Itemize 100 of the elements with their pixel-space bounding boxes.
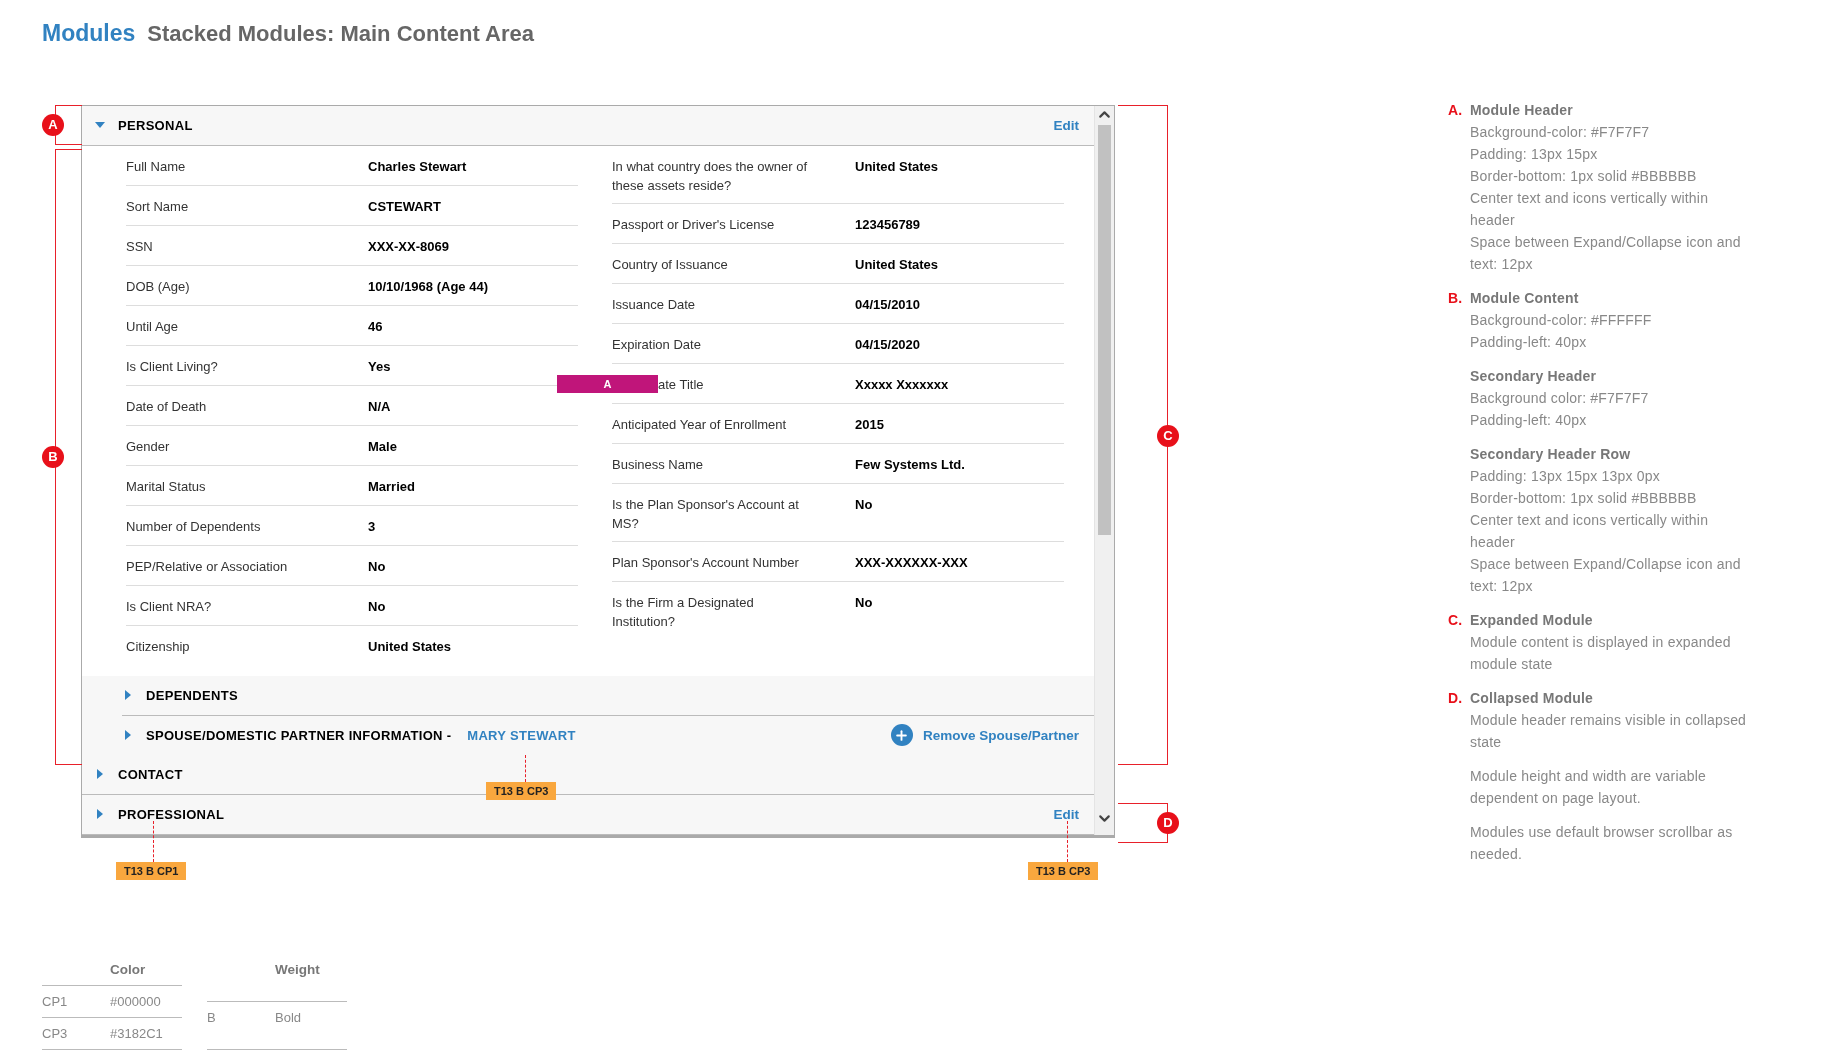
field-label: Gender: [126, 437, 171, 456]
partner-name-link[interactable]: MARY STEWART: [467, 727, 576, 743]
field-label: Citizenship: [126, 637, 191, 656]
field-label: Plan Sponsor's Account Number: [612, 553, 800, 572]
field-value: 10/10/1968 (Age 44): [368, 277, 489, 296]
note-text: Border-bottom: 1px solid #BBBBBB: [1470, 167, 1698, 186]
callout-badge: A: [42, 113, 64, 136]
note-text: Background-color: #FFFFFF: [1470, 311, 1653, 330]
note-title: Module Header: [1470, 101, 1574, 120]
field-label: Is the Plan Sponsor's Account at MS?: [612, 495, 800, 533]
page-title: Stacked Modules: Main Content Area: [147, 21, 534, 47]
field-label: Sort Name: [126, 197, 190, 216]
field-value: No: [368, 557, 387, 576]
note-title: Secondary Header: [1470, 367, 1598, 386]
note-text: Background-color: #F7F7F7: [1470, 123, 1651, 142]
field-value: 123456789: [855, 215, 922, 234]
field-label: Marital Status: [126, 477, 207, 496]
field-value: No: [368, 597, 387, 616]
field-label: DOB (Age): [126, 277, 191, 296]
note-text: Padding: 13px 15px 13px 0px: [1470, 467, 1661, 486]
field-value: Yes: [368, 357, 392, 376]
field-value: Xxxxx Xxxxxxx: [855, 375, 950, 394]
note-text: Padding-left: 40px: [1470, 411, 1588, 430]
callout-badge: D: [1157, 811, 1179, 834]
field-value: 3: [368, 517, 377, 536]
note-text: Border-bottom: 1px solid #BBBBBB: [1470, 489, 1698, 508]
module-header[interactable]: PERSONAL Edit: [82, 105, 1094, 146]
field-label: Date of Death: [126, 397, 208, 416]
field-value: Charles Stewart: [368, 157, 468, 176]
note-title: Module Content: [1470, 289, 1580, 308]
note-text: Center text and icons vertically within header: [1470, 511, 1710, 552]
field-label: Anticipated Year of Enrollment: [612, 415, 788, 434]
field-label: Number of Dependents: [126, 517, 262, 536]
module-title: CONTACT: [118, 766, 183, 782]
field-value: 2015: [855, 415, 885, 434]
module-header[interactable]: PROFESSIONAL Edit: [82, 794, 1094, 835]
field-value: 04/15/2020: [855, 335, 922, 354]
field-value: 04/15/2010: [855, 295, 922, 314]
field-label: In what country does the owner of these assets reside?: [612, 157, 809, 195]
field-label: Is the Firm a Designated Institution?: [612, 593, 755, 631]
module-title: PERSONAL: [118, 117, 193, 133]
field-value: Few Systems Ltd.: [855, 455, 966, 474]
section-title: Modules: [42, 20, 136, 47]
note-text: Padding-left: 40px: [1470, 333, 1588, 352]
field-label: Country of Issuance: [612, 255, 729, 274]
field-label: Is Client NRA?: [126, 597, 213, 616]
note-text: Center text and icons vertically within header: [1470, 189, 1710, 230]
section-title: SPOUSE/DOMESTIC PARTNER INFORMATION -: [146, 727, 452, 743]
field-label: Full Name: [126, 157, 187, 176]
field-label: Issuance Date: [612, 295, 697, 314]
note-text: Module height and width are variable dependent on page layout.: [1470, 767, 1707, 808]
note-letter: B.: [1448, 289, 1464, 308]
field-value: N/A: [368, 397, 392, 416]
callout-badge: B: [42, 445, 64, 468]
edit-link[interactable]: Edit: [1053, 806, 1079, 822]
annotation-marker: A: [557, 374, 658, 393]
field-value: United States: [855, 255, 940, 274]
annotation-tag: T13 B CP1: [116, 861, 187, 880]
note-text: Module header remains visible in collapsed state: [1470, 711, 1748, 752]
edit-link[interactable]: Edit: [1053, 117, 1079, 133]
section-title: DEPENDENTS: [146, 687, 238, 703]
annotation-tag: T13 B CP3: [1028, 861, 1099, 880]
field-value: 46: [368, 317, 384, 336]
legend-heading: Color: [110, 956, 182, 986]
note-letter: A.: [1448, 101, 1464, 120]
field-label: Business Name: [612, 455, 705, 474]
module-title: PROFESSIONAL: [118, 806, 225, 822]
legend-cell: CP1: [42, 986, 110, 1018]
legend-cell: CP3: [42, 1018, 110, 1050]
legend-cell: #3182C1: [110, 1018, 182, 1050]
field-value: CSTEWART: [368, 197, 442, 216]
field-label: Expiration Date: [612, 335, 702, 354]
field-label: Is Client Living?: [126, 357, 219, 376]
remove-spouse-button[interactable]: Remove Spouse/Partner: [890, 724, 1079, 747]
field-value: XXX-XX-8069: [368, 237, 450, 256]
callout-badge: C: [1157, 424, 1179, 447]
note-letter: C.: [1448, 611, 1464, 630]
note-text: Space between Expand/Collapse icon and text: 12px: [1470, 555, 1742, 596]
field-value: No: [855, 495, 874, 514]
field-value: XXX-XXXXXX-XXX: [855, 553, 969, 572]
field-label: SSN: [126, 237, 154, 256]
field-value: Married: [368, 477, 416, 496]
legend-heading: Weight: [275, 956, 347, 1002]
note-text: Module content is displayed in expanded module state: [1470, 633, 1732, 674]
note-text: Space between Expand/Collapse icon and text: 12px: [1470, 233, 1742, 274]
note-text: Padding: 13px 15px: [1470, 145, 1599, 164]
field-label: Until Age: [126, 317, 180, 336]
note-text: Background color: #F7F7F7: [1470, 389, 1650, 408]
field-value: United States: [368, 637, 453, 656]
field-value: Male: [368, 437, 398, 456]
note-title: Expanded Module: [1470, 611, 1594, 630]
field-value: United States: [855, 157, 940, 176]
note-text: Modules use default browser scrollbar as needed.: [1470, 823, 1734, 864]
note-title: Collapsed Module: [1470, 689, 1594, 708]
note-title: Secondary Header Row: [1470, 445, 1632, 464]
field-label: ate Title: [657, 375, 705, 394]
note-letter: D.: [1448, 689, 1464, 708]
field-label: Passport or Driver's License: [612, 215, 776, 234]
field-label: PEP/Relative or Association: [126, 557, 289, 576]
legend-cell: Bold: [275, 1002, 347, 1050]
